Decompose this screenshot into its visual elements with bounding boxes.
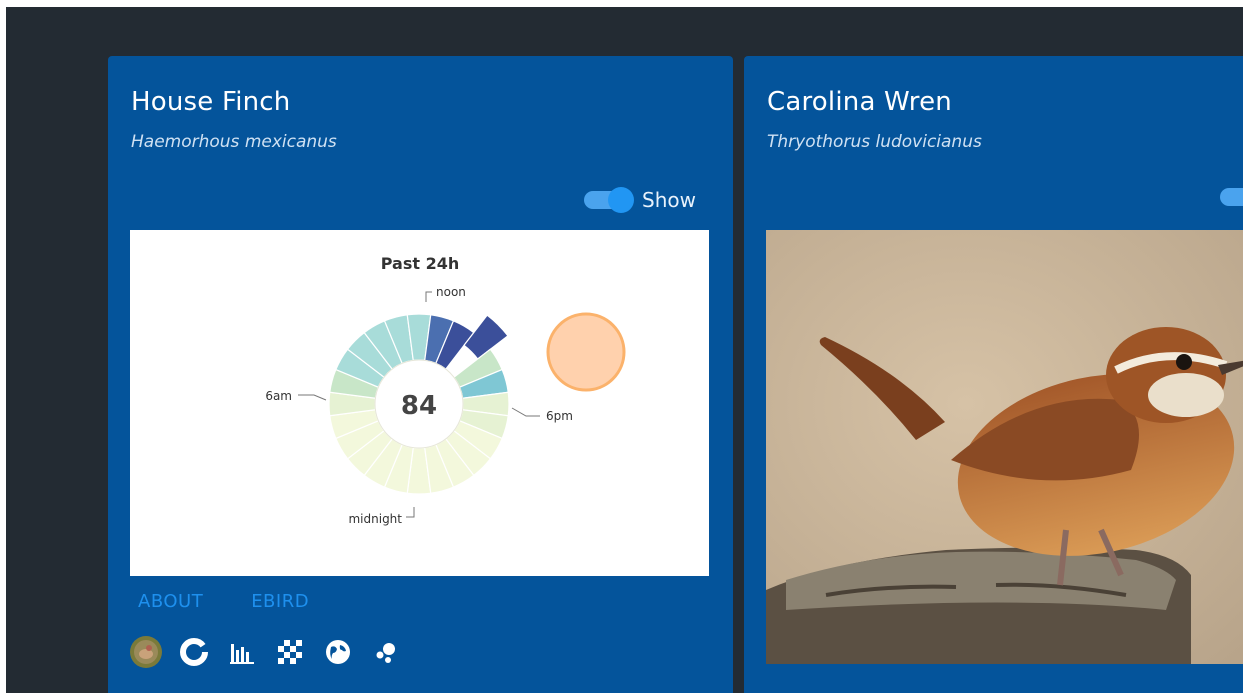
heatmap-icon[interactable] [274,636,306,668]
toggle-switch[interactable] [1220,188,1243,206]
toggle-label: Show [642,188,696,212]
current-time-marker [546,312,626,392]
bar-chart-icon[interactable] [226,636,258,668]
scientific-name: Thryothorus ludovicianus [767,132,982,152]
species-card-house-finch: House Finch Haemorhous mexicanus Show Pa… [108,56,733,693]
view-icons [130,636,402,668]
bubble-chart-icon[interactable] [370,636,402,668]
show-toggle[interactable]: Show [584,187,696,213]
label-leader-6pm [511,407,540,417]
radial-chart-svg: 84 noon 6am 6pm midnight [265,285,626,526]
center-value: 84 [401,391,437,421]
hour-label-midnight: midnight [348,512,402,526]
about-link[interactable]: ABOUT [138,591,203,612]
scientific-name: Haemorhous mexicanus [131,132,337,152]
card-links: ABOUT EBIRD [138,591,309,612]
label-leader-midnight [406,507,415,518]
label-leader-6am [298,394,327,401]
activity-chart: Past 24h 84 noon 6am 6pm midnight [130,230,709,576]
ebird-link[interactable]: EBIRD [251,591,309,612]
globe-icon[interactable] [322,636,354,668]
bird-photo [766,230,1243,664]
species-title: House Finch [131,87,291,117]
toggle-switch[interactable] [584,187,634,213]
species-card-carolina-wren: Carolina Wren Thryothorus ludovicianus [744,56,1243,693]
bird-avatar-icon[interactable] [130,636,162,668]
hour-label-6am: 6am [265,389,292,403]
species-title: Carolina Wren [767,87,952,117]
label-leader-noon [425,291,432,302]
donut-chart-icon[interactable] [178,636,210,668]
hour-label-noon: noon [436,285,466,299]
show-toggle[interactable] [1220,188,1243,206]
hour-label-6pm: 6pm [546,409,573,423]
toggle-knob [608,187,634,213]
